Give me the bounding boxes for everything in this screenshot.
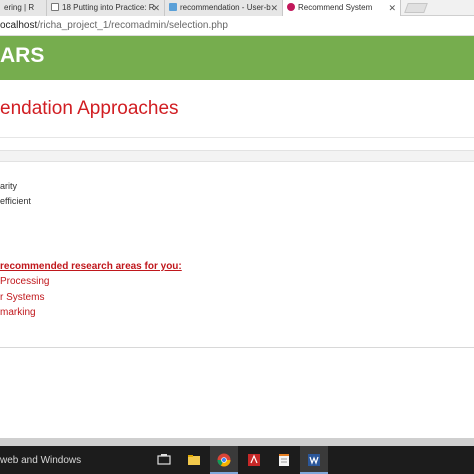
- horizontal-scrollbar[interactable]: [0, 438, 474, 446]
- browser-tab[interactable]: ering | R: [0, 0, 47, 16]
- new-tab-button[interactable]: [404, 3, 428, 13]
- url-host: ocalhost: [0, 20, 38, 31]
- site-header: ARS: [0, 36, 474, 80]
- chrome-icon[interactable]: [210, 446, 238, 474]
- approach-option[interactable]: efficient: [0, 196, 31, 206]
- page-icon: [51, 3, 59, 11]
- tab-label: Recommend System: [298, 3, 373, 12]
- page-title: endation Approaches: [0, 98, 179, 119]
- word-icon[interactable]: [300, 446, 328, 474]
- address-bar[interactable]: ocalhost/richa_project_1/recomadmin/sele…: [0, 16, 474, 36]
- close-icon[interactable]: ✕: [152, 0, 160, 16]
- notepad-icon[interactable]: [270, 446, 298, 474]
- approach-option[interactable]: arity: [0, 181, 17, 191]
- tab-label: recommendation - User-b: [180, 3, 271, 12]
- section-bar: [0, 150, 474, 162]
- site-icon: [287, 3, 295, 11]
- close-icon[interactable]: ✕: [270, 0, 278, 16]
- url-text[interactable]: ocalhost/richa_project_1/recomadmin/sele…: [0, 19, 228, 33]
- recommended-item[interactable]: marking: [0, 307, 36, 318]
- recommended-heading: recommended research areas for you:: [0, 261, 182, 272]
- browser-tab-strip: ering | R 18 Putting into Practice: R ✕ …: [0, 0, 474, 16]
- file-explorer-icon[interactable]: [180, 446, 208, 474]
- pdf-reader-icon[interactable]: [240, 446, 268, 474]
- browser-tab-active[interactable]: Recommend System ✕: [283, 0, 401, 16]
- site-icon: [169, 3, 177, 11]
- taskbar: web and Windows: [0, 446, 474, 474]
- recommended-item[interactable]: r Systems: [0, 292, 44, 303]
- tab-label: 18 Putting into Practice: R: [62, 3, 155, 12]
- task-view-icon[interactable]: [150, 446, 178, 474]
- url-path: /richa_project_1/recomadmin/selection.ph…: [37, 20, 228, 31]
- divider: [0, 347, 474, 348]
- tab-label: ering | R: [4, 3, 35, 12]
- recommended-item[interactable]: Processing: [0, 276, 49, 287]
- browser-tab[interactable]: recommendation - User-b ✕: [165, 0, 283, 16]
- close-icon[interactable]: ✕: [388, 0, 396, 16]
- taskbar-search-text[interactable]: web and Windows: [0, 455, 81, 466]
- browser-tab[interactable]: 18 Putting into Practice: R ✕: [47, 0, 165, 16]
- site-brand[interactable]: ARS: [0, 44, 44, 68]
- divider: [0, 137, 474, 138]
